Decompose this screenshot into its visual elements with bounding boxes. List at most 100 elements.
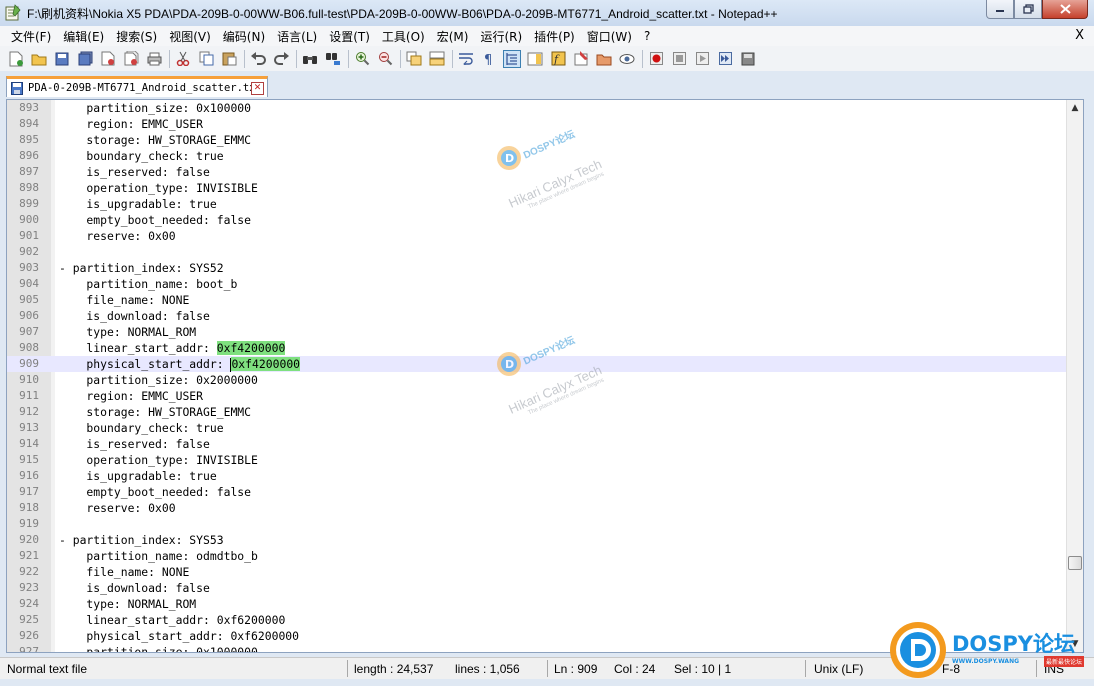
line-content: - partition_index: SYS53	[59, 533, 224, 547]
text-editor[interactable]: 893 partition_size: 0x100000 894 region: …	[6, 99, 1084, 653]
line-text: partition_size: 0x1000000	[59, 644, 257, 652]
doc-map-icon[interactable]	[527, 51, 543, 67]
editor-line[interactable]: 910 partition_size: 0x2000000	[7, 372, 1067, 388]
folder-workspace-icon[interactable]	[573, 51, 589, 67]
paste-icon[interactable]	[221, 51, 237, 67]
editor-line[interactable]: 916 is_upgradable: true	[7, 468, 1067, 484]
indent-guide-icon[interactable]	[503, 49, 521, 68]
menu-file[interactable]: 文件(F)	[6, 28, 56, 45]
line-number: 897	[19, 165, 39, 178]
record-macro-icon[interactable]	[648, 51, 664, 67]
line-content: region: EMMC_USER	[59, 389, 204, 403]
editor-line[interactable]: 895 storage: HW_STORAGE_EMMC	[7, 132, 1067, 148]
open-file-icon[interactable]	[31, 51, 47, 67]
save-macro-icon[interactable]	[740, 51, 756, 67]
zoom-out-icon[interactable]	[377, 51, 393, 67]
editor-line[interactable]: 901 reserve: 0x00	[7, 228, 1067, 244]
editor-line[interactable]: 918 reserve: 0x00	[7, 500, 1067, 516]
word-wrap-icon[interactable]	[458, 51, 474, 67]
monitor-icon[interactable]	[596, 51, 612, 67]
editor-line[interactable]: 898 operation_type: INVISIBLE	[7, 180, 1067, 196]
menu-run[interactable]: 运行(R)	[475, 28, 527, 45]
vertical-scrollbar[interactable]: ▲ ▼	[1066, 100, 1083, 652]
editor-line[interactable]: 905 file_name: NONE	[7, 292, 1067, 308]
title-bar[interactable]: F:\刷机资料\Nokia X5 PDA\PDA-209B-0-00WW-B06…	[0, 0, 1094, 26]
logo-brand: DOSPY论坛	[952, 632, 1076, 656]
print-icon[interactable]	[146, 51, 162, 67]
stop-macro-icon[interactable]	[671, 51, 687, 67]
run-macro-multiple-icon[interactable]	[717, 51, 733, 67]
editor-line[interactable]: 896 boundary_check: true	[7, 148, 1067, 164]
editor-line[interactable]: 900 empty_boot_needed: false	[7, 212, 1067, 228]
editor-line[interactable]: 903 - partition_index: SYS52	[7, 260, 1067, 276]
menu-search[interactable]: 搜索(S)	[111, 28, 162, 45]
menu-settings[interactable]: 设置(T)	[324, 28, 375, 45]
editor-line[interactable]: 913 boundary_check: true	[7, 420, 1067, 436]
editor-line[interactable]: 911 region: EMMC_USER	[7, 388, 1067, 404]
editor-line[interactable]: 909 physical_start_addr: 0xf4200000	[7, 356, 1067, 372]
line-content: type: NORMAL_ROM	[59, 597, 197, 611]
replace-icon[interactable]	[325, 51, 341, 67]
close-icon[interactable]	[100, 51, 116, 67]
document-tab[interactable]: PDA-0-209B-MT6771_Android_scatter.txt ✕	[6, 76, 268, 97]
copy-icon[interactable]	[198, 51, 214, 67]
menu-plugins[interactable]: 插件(P)	[529, 28, 580, 45]
menu-language[interactable]: 语言(L)	[272, 28, 322, 45]
menu-help[interactable]: ?	[639, 29, 655, 43]
minimize-button[interactable]	[986, 0, 1014, 19]
restore-button[interactable]	[1014, 0, 1042, 19]
menu-view[interactable]: 视图(V)	[164, 28, 216, 45]
find-icon[interactable]	[302, 51, 318, 67]
editor-line[interactable]: 912 storage: HW_STORAGE_EMMC	[7, 404, 1067, 420]
menu-encoding[interactable]: 编码(N)	[218, 28, 270, 45]
editor-line[interactable]: 908 linear_start_addr: 0xf4200000	[7, 340, 1067, 356]
sync-horizontal-icon[interactable]	[429, 51, 445, 67]
menu-window[interactable]: 窗口(W)	[582, 28, 637, 45]
zoom-in-icon[interactable]	[354, 51, 370, 67]
line-text: region: EMMC_USER	[59, 116, 203, 132]
scroll-up-arrow-icon[interactable]: ▲	[1067, 100, 1083, 116]
tab-label: PDA-0-209B-MT6771_Android_scatter.txt	[28, 82, 262, 94]
editor-line[interactable]: 917 empty_boot_needed: false	[7, 484, 1067, 500]
new-file-icon[interactable]	[8, 51, 24, 67]
editor-line[interactable]: 921 partition_name: odmdtbo_b	[7, 548, 1067, 564]
editor-line[interactable]: 899 is_upgradable: true	[7, 196, 1067, 212]
play-macro-icon[interactable]	[694, 51, 710, 67]
editor-line[interactable]: 924 type: NORMAL_ROM	[7, 596, 1067, 612]
editor-line[interactable]: 906 is_download: false	[7, 308, 1067, 324]
editor-line[interactable]: 907 type: NORMAL_ROM	[7, 324, 1067, 340]
line-number: 895	[19, 133, 39, 146]
close-all-icon[interactable]	[123, 51, 139, 67]
editor-line[interactable]: 904 partition_name: boot_b	[7, 276, 1067, 292]
scroll-thumb[interactable]	[1068, 556, 1082, 570]
editor-line[interactable]: 897 is_reserved: false	[7, 164, 1067, 180]
menu-edit[interactable]: 编辑(E)	[58, 28, 109, 45]
save-icon[interactable]	[54, 51, 70, 67]
undo-icon[interactable]	[250, 51, 266, 67]
function-list-icon[interactable]: f	[550, 51, 566, 67]
show-all-chars-icon[interactable]: ¶	[481, 51, 497, 67]
menu-tools[interactable]: 工具(O)	[377, 28, 430, 45]
save-all-icon[interactable]	[77, 51, 93, 67]
editor-line[interactable]: 919	[7, 516, 1067, 532]
cut-icon[interactable]	[175, 51, 191, 67]
eye-icon[interactable]	[619, 51, 635, 67]
editor-line[interactable]: 894 region: EMMC_USER	[7, 116, 1067, 132]
minimize-icon	[996, 10, 1004, 12]
close-document-button[interactable]: X	[1075, 28, 1084, 43]
close-window-button[interactable]	[1042, 0, 1088, 19]
editor-line[interactable]: 923 is_download: false	[7, 580, 1067, 596]
redo-icon[interactable]	[273, 51, 289, 67]
line-content: physical_start_addr: 0xf6200000	[59, 629, 300, 643]
saved-file-icon	[11, 81, 23, 95]
tab-close-icon[interactable]: ✕	[251, 82, 264, 95]
menu-macro[interactable]: 宏(M)	[432, 28, 474, 45]
editor-line[interactable]: 914 is_reserved: false	[7, 436, 1067, 452]
editor-line[interactable]: 922 file_name: NONE	[7, 564, 1067, 580]
sync-vertical-icon[interactable]	[406, 51, 422, 67]
editor-line[interactable]: 902	[7, 244, 1067, 260]
editor-line[interactable]: 920 - partition_index: SYS53	[7, 532, 1067, 548]
editor-line[interactable]: 915 operation_type: INVISIBLE	[7, 452, 1067, 468]
line-content: linear_start_addr: 0xf6200000	[59, 613, 286, 627]
editor-line[interactable]: 893 partition_size: 0x100000	[7, 100, 1067, 116]
